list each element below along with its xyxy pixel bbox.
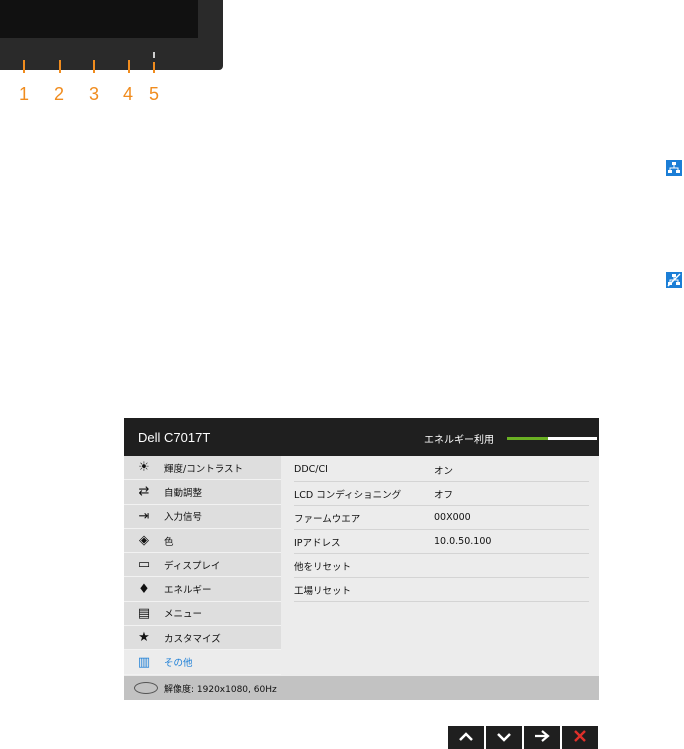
chevron-up-icon: [458, 730, 474, 746]
auto-adjust-icon: ⇄: [138, 484, 150, 500]
menu-item-label: 入力信号: [164, 512, 203, 524]
button-number-2: 2: [53, 84, 64, 104]
osd-title: Dell C7017T: [138, 430, 211, 445]
row-label: 他をリセット: [294, 561, 352, 573]
row-label: ファームウエア: [294, 513, 361, 525]
button-3-line: [93, 60, 95, 73]
monitor-screen: [0, 0, 198, 38]
brightness-icon: ☀: [138, 460, 150, 476]
button-number-5: 5: [148, 84, 159, 104]
row-value: 00X000: [434, 512, 471, 523]
up-button[interactable]: [448, 726, 484, 749]
menu-item-label: ディスプレイ: [164, 560, 221, 572]
menu-item-customize[interactable]: ★ カスタマイズ: [124, 626, 281, 651]
color-icon: ◈: [139, 533, 149, 549]
osd-content: DDC/CI オン LCD コンディショニング オフ ファームウエア 00X00…: [294, 458, 589, 602]
star-icon: ★: [138, 630, 150, 646]
row-label: LCD コンディショニング: [294, 489, 402, 501]
menu-item-label: 輝度/コントラスト: [164, 463, 244, 475]
button-2-line: [59, 60, 61, 73]
row-factory-reset[interactable]: 工場リセット: [294, 578, 589, 602]
energy-usage-label: エネルギー利用: [424, 435, 494, 446]
row-value: オン: [434, 465, 454, 477]
menu-item-label: メニュー: [164, 609, 203, 621]
row-other-reset[interactable]: 他をリセット: [294, 554, 589, 578]
row-firmware: ファームウエア 00X000: [294, 506, 589, 530]
energy-usage-bar: [507, 437, 597, 440]
row-lcd-conditioning[interactable]: LCD コンディショニング オフ: [294, 482, 589, 506]
close-button[interactable]: [562, 726, 598, 749]
input-source-icon: ⇥: [138, 508, 150, 524]
menu-item-input-source[interactable]: ⇥ 入力信号: [124, 504, 281, 529]
resolution-icon: [134, 682, 158, 694]
energy-usage-fill: [507, 437, 548, 440]
menu-item-label: カスタマイズ: [164, 633, 221, 645]
menu-item-menu[interactable]: ▤ メニュー: [124, 601, 281, 627]
other-icon: ▥: [137, 654, 151, 670]
menu-item-color[interactable]: ◈ 色: [124, 528, 281, 554]
button-number-4: 4: [122, 84, 133, 104]
display-icon: ▭: [137, 557, 151, 573]
osd-status-bar: 解像度: 1920x1080, 60Hz: [124, 676, 599, 700]
menu-item-label: エネルギー: [164, 585, 212, 597]
down-button[interactable]: [486, 726, 522, 749]
button-number-1: 1: [18, 84, 29, 104]
arrow-right-icon: [534, 729, 550, 746]
button-1-line: [23, 60, 25, 73]
row-ddc-ci[interactable]: DDC/CI オン: [294, 458, 589, 482]
menu-item-energy[interactable]: ♦ エネルギー: [124, 577, 281, 602]
row-label: 工場リセット: [294, 585, 352, 597]
menu-item-label: その他: [164, 658, 193, 670]
network-icon: [666, 160, 682, 176]
menu-item-label: 自動調整: [164, 487, 203, 499]
menu-item-label: 色: [164, 536, 174, 548]
row-value: 10.0.50.100: [434, 536, 492, 547]
row-label: IPアドレス: [294, 537, 341, 549]
energy-icon: ♦: [138, 581, 150, 597]
row-value: オフ: [434, 489, 454, 501]
network-disconnected-icon: [666, 272, 682, 288]
menu-item-auto-adjust[interactable]: ⇄ 自動調整: [124, 480, 281, 505]
button-number-3: 3: [88, 84, 99, 104]
close-icon: [573, 729, 587, 747]
resolution-status: 解像度: 1920x1080, 60Hz: [164, 684, 277, 695]
row-ip-address: IPアドレス 10.0.50.100: [294, 530, 589, 554]
osd-panel: Dell C7017T エネルギー利用 ☀ 輝度/コントラスト ⇄ 自動調整 ⇥…: [124, 418, 599, 700]
button-4-line: [128, 60, 130, 73]
menu-item-other[interactable]: ▥ その他: [124, 650, 281, 675]
menu-item-display[interactable]: ▭ ディスプレイ: [124, 553, 281, 578]
right-button[interactable]: [524, 726, 560, 749]
chevron-down-icon: [496, 730, 512, 746]
row-label: DDC/CI: [294, 464, 328, 475]
power-led: [153, 52, 155, 58]
osd-header: Dell C7017T エネルギー利用: [124, 418, 599, 456]
osd-menu: ☀ 輝度/コントラスト ⇄ 自動調整 ⇥ 入力信号 ◈ 色 ▭ ディスプレイ ♦…: [124, 456, 281, 675]
menu-item-brightness-contrast[interactable]: ☀ 輝度/コントラスト: [124, 456, 281, 481]
menu-icon: ▤: [137, 605, 151, 621]
button-5-line: [153, 62, 155, 73]
